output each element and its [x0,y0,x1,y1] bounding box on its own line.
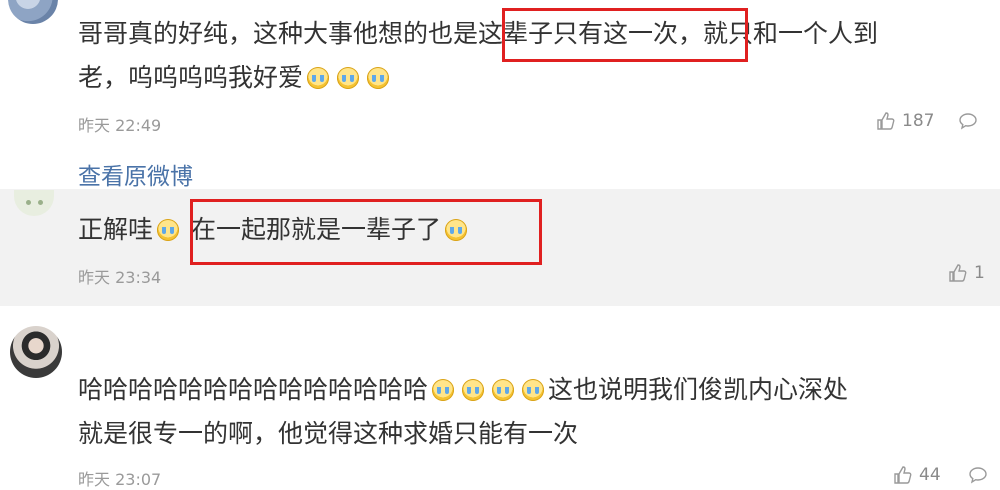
crying-face-emoji-icon [367,67,390,89]
comment-bubble-icon [959,113,977,130]
crying-face-emoji-icon [432,379,455,401]
comment-3-like-count: 44 [919,465,941,485]
crying-face-emoji-icon [157,219,180,241]
comment-3-text: 哈哈哈哈哈哈哈哈哈哈哈哈哈哈 这也说明我们俊凯内心深处 就是很专一的啊，他觉得这种… [78,368,978,456]
comment-2-timestamp: 昨天 23:34 [78,268,162,287]
comment-3-text-line1: 哈哈哈哈哈哈哈哈哈哈哈哈哈哈 [78,375,429,404]
highlight-box-2 [190,199,542,265]
comment-3-reply-button[interactable] [968,465,988,489]
thumbs-up-icon [949,264,967,282]
avatar[interactable] [8,0,58,24]
comment-bubble-icon [969,467,987,484]
crying-face-emoji-icon [522,379,545,401]
comment-3-text-line2: 就是很专一的啊，他觉得这种求婚只能有一次 [78,419,579,448]
comment-2-text-a: 正解哇 [78,215,154,244]
highlight-box-1 [502,8,748,62]
crying-face-emoji-icon [462,379,485,401]
comment-1-reply-button[interactable] [958,111,978,135]
comment-1-timestamp: 昨天 22:49 [78,116,162,135]
thumbs-up-icon [894,466,912,484]
crying-face-emoji-icon [337,67,360,89]
comment-2-like-count: 1 [974,263,985,283]
comment-1-text-line2: 老，呜呜呜呜我好爱 [78,63,304,92]
comment-3-like-button[interactable]: 44 [893,465,941,485]
crying-face-emoji-icon [492,379,515,401]
avatar[interactable] [10,326,62,378]
view-original-link[interactable]: 查看原微博 [78,157,193,191]
comment-3-timestamp: 昨天 23:07 [78,470,162,489]
crying-face-emoji-icon [307,67,330,89]
comment-1-like-count: 187 [902,111,935,131]
comment-2-like-button[interactable]: 1 [948,263,985,283]
thumbs-up-icon [877,112,895,130]
comment-1-like-button[interactable]: 187 [876,111,934,131]
comment-3-text-line1b: 这也说明我们俊凯内心深处 [548,375,849,404]
comment-1-text-a: 哥哥真的好纯，这种大事他想的也是 [78,19,479,48]
